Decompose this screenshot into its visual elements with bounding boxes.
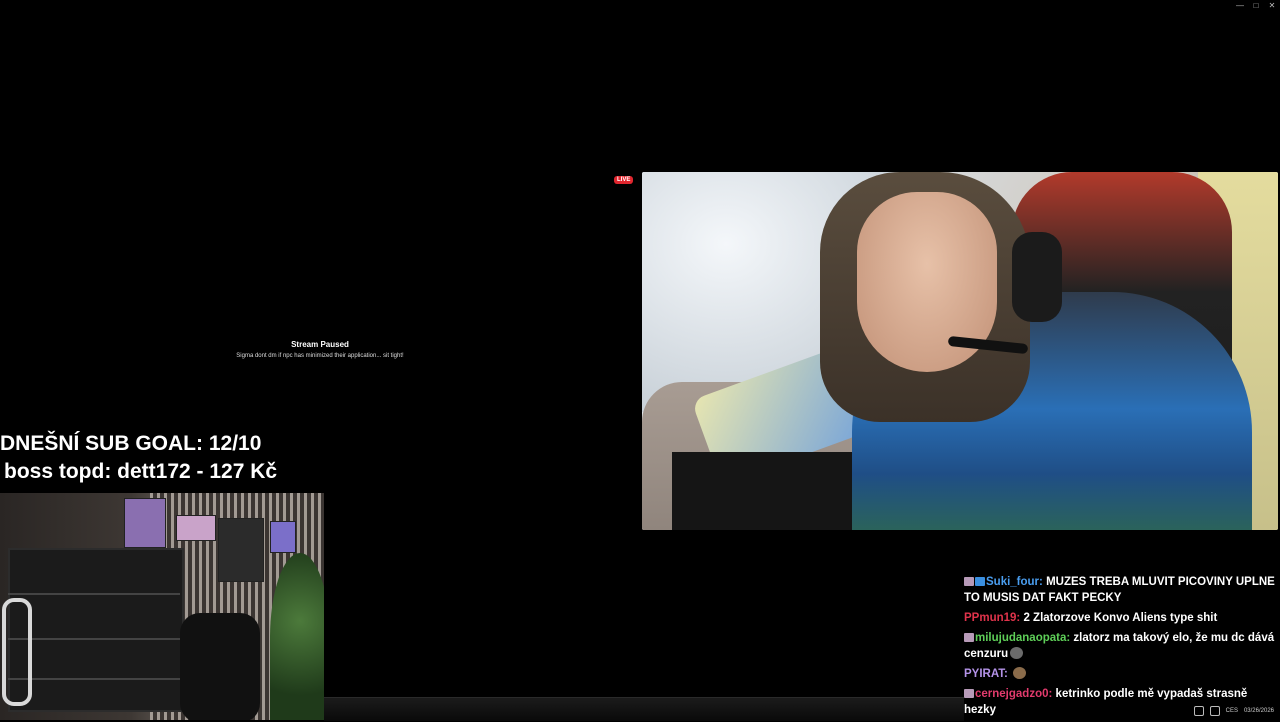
clock-date[interactable]: 03/26/2026 xyxy=(1244,708,1274,714)
chat-username[interactable]: PYIRAT xyxy=(964,668,1004,680)
chat-message: milujudanaopata: zlatorz ma takový elo, … xyxy=(964,632,1275,660)
headset-icon xyxy=(1012,232,1062,322)
window-controls: — □ ✕ xyxy=(1232,0,1280,12)
chat-message: PYIRAT: xyxy=(964,666,1280,682)
chat-panel: Suki_four: MUZES TREBA MLUVIT PICOVINY U… xyxy=(964,574,1280,722)
chat-message: Suki_four: MUZES TREBA MLUVIT PICOVINY U… xyxy=(964,576,1275,604)
player-control-bar[interactable] xyxy=(324,697,964,721)
paused-title: Stream Paused xyxy=(291,340,349,349)
maximize-icon[interactable]: □ xyxy=(1248,0,1264,12)
sub-goal-text: DNEŠNÍ SUB GOAL: 12/10 xyxy=(0,432,262,455)
paused-message: Sigma dont dm if npc has minimized their… xyxy=(236,353,404,359)
chat-username[interactable]: cernejgadzo0 xyxy=(975,688,1049,700)
room-camera-feed xyxy=(0,493,324,720)
top-donator-text: boss topd: dett172 - 127 Kč xyxy=(4,460,278,483)
stream-paused-notice: Stream Paused Sigma dont dm if npc has m… xyxy=(200,340,440,359)
chat-message: PPmun19: 2 Zlatorzove Konvo Aliens type … xyxy=(964,612,1218,624)
chat-username[interactable]: Suki_four xyxy=(986,576,1039,588)
network-icon[interactable] xyxy=(1193,706,1204,716)
chat-username[interactable]: milujudanaopata xyxy=(975,632,1066,644)
shield-badge-icon xyxy=(975,577,985,586)
webcam-feed xyxy=(642,172,1278,530)
language-indicator[interactable]: CES xyxy=(1226,708,1238,714)
sub-badge-icon xyxy=(964,577,974,586)
chat-username[interactable]: PPmun19 xyxy=(964,612,1016,624)
live-badge: LIVE xyxy=(614,176,634,184)
emote-icon xyxy=(1013,667,1027,679)
chat-text: 2 Zlatorzove Konvo Aliens type shit xyxy=(1023,612,1218,624)
sub-badge-icon xyxy=(964,633,974,642)
sub-badge-icon xyxy=(964,689,974,698)
close-icon[interactable]: ✕ xyxy=(1264,0,1280,12)
minimize-icon[interactable]: — xyxy=(1232,0,1248,12)
system-tray: CES 03/26/2026 xyxy=(1193,706,1274,716)
volume-icon[interactable] xyxy=(1209,706,1220,716)
emote-icon xyxy=(1010,647,1024,659)
